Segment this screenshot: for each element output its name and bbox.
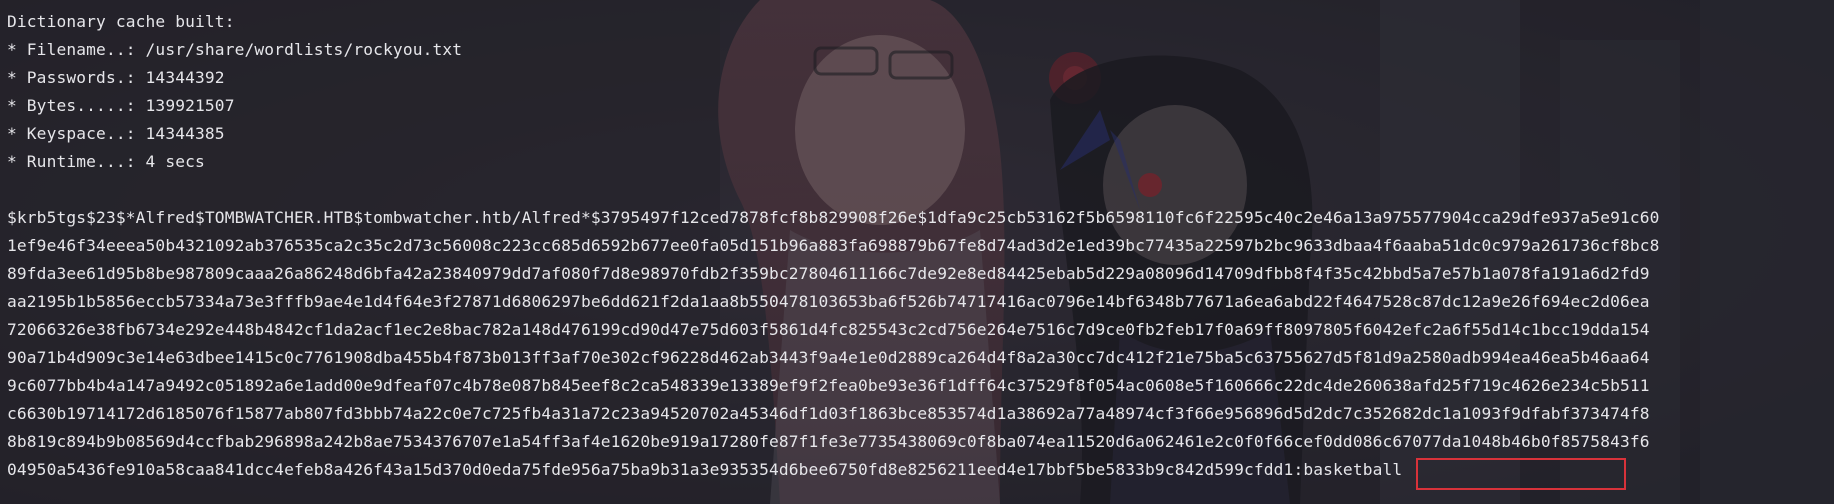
runtime-line: * Runtime...: 4 secs [7, 152, 205, 171]
hash-line: 72066326e38fb6734e292e448b4842cf1da2acf1… [7, 320, 1650, 339]
hash-line: $krb5tgs$23$*Alfred$TOMBWATCHER.HTB$tomb… [7, 208, 1660, 227]
hash-line: 9c6077bb4b4a147a9492c051892a6e1add00e9df… [7, 376, 1650, 395]
hash-line: 89fda3ee61d95b8be987809caaa26a86248d6bfa… [7, 264, 1650, 283]
keyspace-line: * Keyspace..: 14344385 [7, 124, 225, 143]
cracked-hash-line: 04950a5436fe910a58caa841dcc4efeb8a426f43… [7, 460, 1403, 479]
hash-line: aa2195b1b5856eccb57334a73e3fffb9ae4e1d4f… [7, 292, 1650, 311]
cache-built-header: Dictionary cache built: [7, 12, 235, 31]
terminal-output: Dictionary cache built: * Filename..: /u… [0, 0, 1834, 504]
hash-line: c6630b19714172d6185076f15877ab807fd3bbb7… [7, 404, 1650, 423]
hash-line: 1ef9e46f34eeea50b4321092ab376535ca2c35c2… [7, 236, 1660, 255]
passwords-line: * Passwords.: 14344392 [7, 68, 225, 87]
bytes-line: * Bytes.....: 139921507 [7, 96, 235, 115]
filename-line: * Filename..: /usr/share/wordlists/rocky… [7, 40, 463, 59]
cracked-password-highlight-box [1416, 458, 1626, 490]
hash-line: 8b819c894b9b08569d4ccfbab296898a242b8ae7… [7, 432, 1650, 451]
hash-line: 90a71b4d909c3e14e63dbee1415c0c7761908dba… [7, 348, 1650, 367]
